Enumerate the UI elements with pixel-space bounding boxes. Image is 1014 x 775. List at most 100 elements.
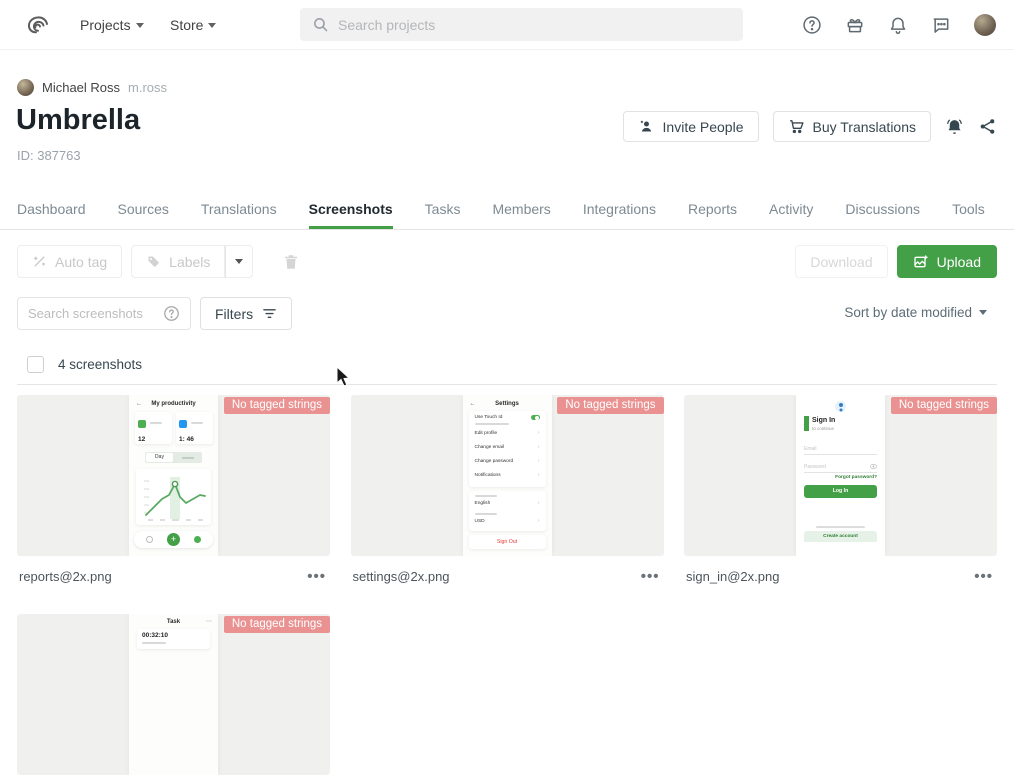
status-badge: No tagged strings bbox=[224, 616, 330, 633]
phone-mock-reports: ← My productivity 12 1: 46 Day bbox=[129, 395, 218, 556]
mock-subtitle: to continue bbox=[812, 426, 834, 431]
image-plus-icon bbox=[913, 254, 929, 270]
auto-tag-label: Auto tag bbox=[55, 254, 107, 270]
toolbar-right: Download Upload bbox=[795, 245, 997, 278]
filters-button[interactable]: Filters bbox=[200, 297, 292, 330]
person-plus-icon bbox=[638, 118, 655, 135]
screenshot-card-task: Task ⋯ 00:32:10 No tagged strings bbox=[17, 614, 330, 775]
chevron-down-icon bbox=[979, 310, 987, 315]
card-menu-button[interactable]: ••• bbox=[307, 568, 326, 585]
upload-button[interactable]: Upload bbox=[897, 245, 997, 278]
add-fab: + bbox=[167, 533, 180, 546]
buy-translations-button[interactable]: Buy Translations bbox=[773, 111, 932, 142]
stat-value: 12 bbox=[138, 436, 169, 443]
ellipsis-icon: ⋯ bbox=[206, 618, 212, 625]
screenshot-thumbnail[interactable]: ← My productivity 12 1: 46 Day bbox=[17, 395, 330, 556]
invite-people-button[interactable]: Invite People bbox=[623, 111, 759, 142]
sort-dropdown[interactable]: Sort by date modified bbox=[844, 305, 987, 320]
tab-sources[interactable]: Sources bbox=[118, 190, 169, 229]
clock-icon bbox=[146, 536, 153, 543]
help-icon[interactable] bbox=[802, 15, 822, 35]
screenshot-thumbnail[interactable]: ← Settings Use Touch Id Edit profile› Ch… bbox=[351, 395, 664, 556]
password-field: Password bbox=[804, 461, 877, 473]
auto-tag-button[interactable]: Auto tag bbox=[17, 245, 122, 278]
nav-projects-label: Projects bbox=[80, 17, 131, 33]
upload-label: Upload bbox=[937, 254, 981, 270]
gift-icon[interactable] bbox=[845, 15, 865, 35]
cart-icon bbox=[788, 118, 805, 135]
toolbar-left: Auto tag Labels bbox=[17, 245, 300, 278]
check-icon bbox=[194, 536, 201, 543]
tab-integrations[interactable]: Integrations bbox=[583, 190, 656, 229]
screenshot-filename: settings@2x.png bbox=[353, 569, 450, 584]
messages-icon[interactable] bbox=[931, 15, 951, 35]
tab-members[interactable]: Members bbox=[492, 190, 550, 229]
tab-dashboard[interactable]: Dashboard bbox=[17, 190, 86, 229]
tab-reports[interactable]: Reports bbox=[688, 190, 737, 229]
status-badge: No tagged strings bbox=[557, 397, 663, 414]
timer-value: 00:32:10 bbox=[142, 632, 168, 639]
card-menu-button[interactable]: ••• bbox=[974, 568, 993, 585]
page-title: Umbrella bbox=[16, 104, 140, 137]
tab-tools[interactable]: Tools bbox=[952, 190, 985, 229]
owner-avatar bbox=[17, 79, 34, 96]
search-projects-input[interactable] bbox=[338, 17, 731, 33]
notifications-bell-icon[interactable] bbox=[945, 117, 964, 136]
project-id: ID: 387763 bbox=[17, 148, 81, 163]
mock-title: Sign In bbox=[812, 417, 835, 424]
screenshot-thumbnail[interactable]: Sign In to continue Email Password Forgo… bbox=[684, 395, 997, 556]
bell-icon[interactable] bbox=[888, 15, 908, 35]
search-screenshots-box[interactable] bbox=[17, 297, 191, 330]
stat-card: 1: 46 bbox=[176, 412, 213, 444]
search-screenshots-input[interactable] bbox=[28, 306, 157, 321]
tiny-text-bar bbox=[142, 642, 166, 644]
download-label: Download bbox=[810, 254, 872, 270]
screenshots-grid: ← My productivity 12 1: 46 Day bbox=[17, 395, 997, 775]
user-avatar[interactable] bbox=[974, 14, 996, 36]
share-icon[interactable] bbox=[978, 117, 997, 136]
magic-wand-icon bbox=[32, 254, 47, 269]
app-mark-icon bbox=[835, 401, 846, 412]
project-owner-row[interactable]: Michael Ross m.ross bbox=[17, 79, 167, 96]
tab-tasks[interactable]: Tasks bbox=[425, 190, 461, 229]
chevron-down-icon bbox=[136, 23, 144, 28]
buy-translations-label: Buy Translations bbox=[813, 119, 917, 135]
app-logo-icon[interactable] bbox=[26, 13, 50, 37]
phone-mock-settings: ← Settings Use Touch Id Edit profile› Ch… bbox=[463, 395, 552, 556]
nav-projects-menu[interactable]: Projects bbox=[80, 0, 144, 50]
download-button[interactable]: Download bbox=[795, 245, 887, 278]
labels-button[interactable]: Labels bbox=[131, 245, 225, 278]
tab-screenshots[interactable]: Screenshots bbox=[309, 190, 393, 229]
labels-button-group: Labels bbox=[131, 245, 253, 278]
tag-icon bbox=[146, 254, 161, 269]
labels-dropdown-button[interactable] bbox=[225, 245, 253, 278]
stat-blue-icon bbox=[179, 420, 187, 428]
search-icon bbox=[312, 16, 329, 33]
delete-trash-icon[interactable] bbox=[282, 253, 300, 271]
owner-username: m.ross bbox=[128, 80, 167, 95]
owner-name: Michael Ross bbox=[42, 80, 120, 95]
help-circle-icon[interactable] bbox=[163, 305, 180, 322]
select-all-checkbox[interactable] bbox=[27, 356, 44, 373]
tab-discussions[interactable]: Discussions bbox=[845, 190, 920, 229]
email-field: Email bbox=[804, 443, 877, 455]
filename-row: reports@2x.png ••• bbox=[17, 556, 330, 596]
stat-green-icon bbox=[138, 420, 146, 428]
global-search[interactable] bbox=[300, 8, 743, 41]
screenshots-toolbar: Auto tag Labels Download bbox=[17, 245, 997, 278]
tab-activity[interactable]: Activity bbox=[769, 190, 813, 229]
card-menu-button[interactable]: ••• bbox=[641, 568, 660, 585]
bottom-nav-bar: + bbox=[134, 531, 213, 548]
screenshot-thumbnail[interactable]: Task ⋯ 00:32:10 No tagged strings bbox=[17, 614, 330, 775]
phone-mock-task: Task ⋯ 00:32:10 bbox=[129, 614, 218, 775]
nav-store-menu[interactable]: Store bbox=[170, 0, 216, 50]
header-actions: Invite People Buy Translations bbox=[623, 111, 997, 142]
status-badge: No tagged strings bbox=[891, 397, 997, 414]
filename-row: sign_in@2x.png ••• bbox=[684, 556, 997, 596]
filters-label: Filters bbox=[215, 306, 253, 322]
tab-translations[interactable]: Translations bbox=[201, 190, 277, 229]
screenshot-count: 4 screenshots bbox=[58, 357, 142, 372]
screenshot-card-settings: ← Settings Use Touch Id Edit profile› Ch… bbox=[351, 395, 664, 596]
navbar-icons bbox=[802, 0, 996, 50]
mock-title: Task bbox=[129, 619, 218, 625]
